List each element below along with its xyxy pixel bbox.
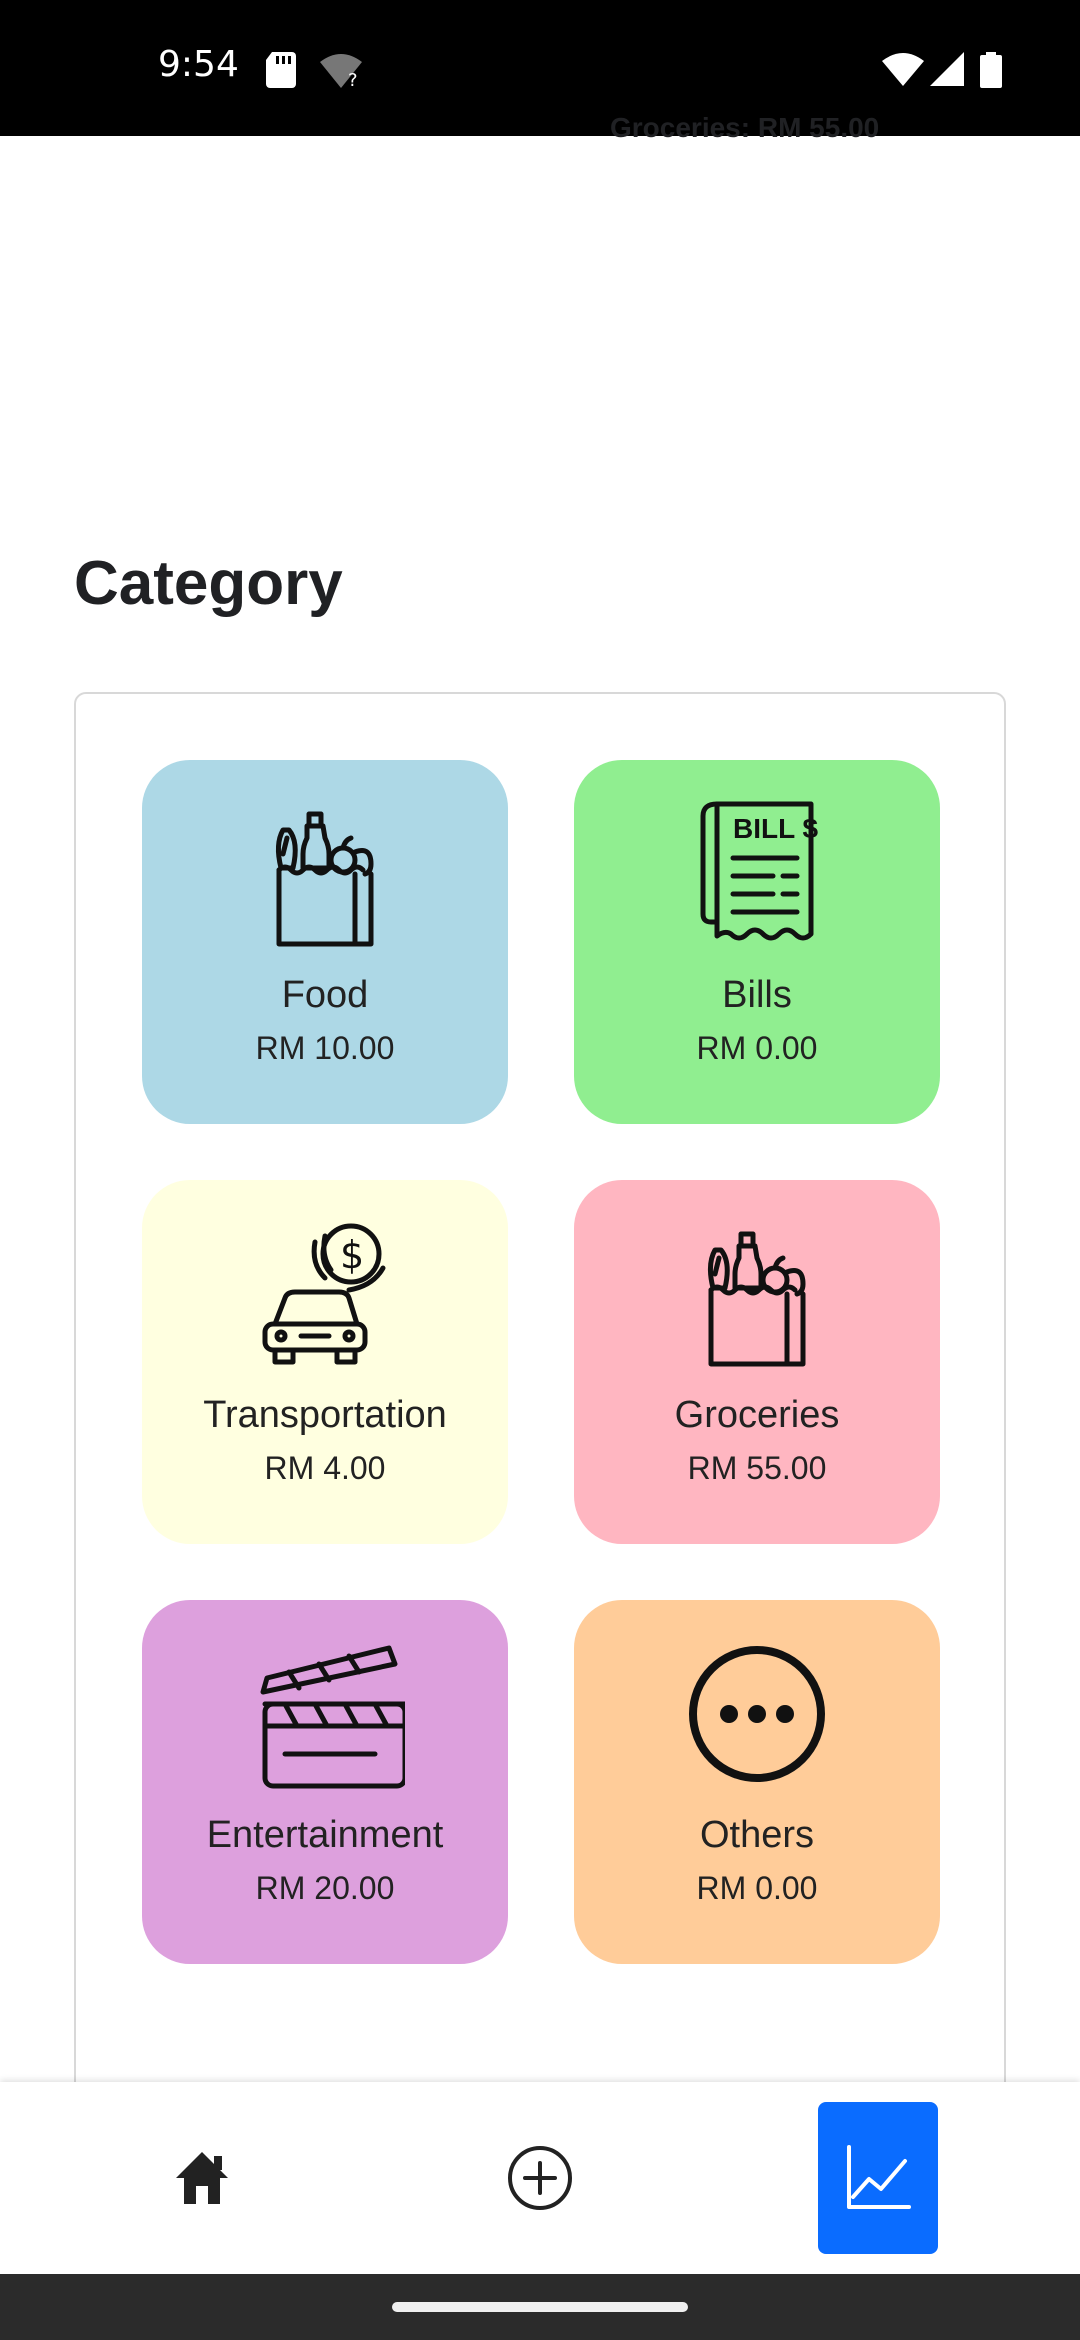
category-amount: RM 0.00 [696,1870,818,1906]
category-amount: RM 55.00 [687,1450,827,1486]
battery-icon [980,52,1002,88]
category-tile-entertainment[interactable]: Entertainment RM 20.00 [142,1600,508,1964]
category-name: Food [281,974,369,1016]
category-panel: Food RM 10.00 BILL $ Bills RM 0.00 $ Tra… [74,692,1006,2112]
status-bar: 9:54 ? [0,0,1080,136]
svg-text:BILL $: BILL $ [733,813,818,844]
category-name: Bills [722,974,792,1016]
car-money-icon: $ [262,1223,386,1365]
category-amount: RM 0.00 [696,1030,818,1066]
nav-home-button[interactable] [142,2102,262,2254]
wifi-icon [882,53,924,86]
cellular-icon [930,52,964,86]
category-name: Groceries [674,1394,840,1436]
category-amount: RM 20.00 [255,1870,395,1906]
more-horizontal-icon [689,1646,825,1782]
home-gesture-handle[interactable] [392,2302,688,2312]
category-name: Entertainment [206,1814,444,1856]
sd-card-icon [266,52,296,88]
bill-icon: BILL $ [700,801,818,941]
home-icon [176,2152,228,2204]
category-tile-transportation[interactable]: $ Transportation RM 4.00 [142,1180,508,1544]
category-tile-food[interactable]: Food RM 10.00 [142,760,508,1124]
grocery-bag-icon [707,1231,806,1367]
clapperboard-icon [260,1645,405,1789]
add-circle-icon [508,2146,572,2210]
category-amount: RM 10.00 [255,1030,395,1066]
previous-chart-label: Groceries: RM 55.00 [610,112,880,143]
svg-text:$: $ [340,1233,364,1277]
grocery-bag-icon [275,811,374,947]
chart-icon [847,2145,911,2209]
category-name: Others [699,1814,815,1856]
nav-add-button[interactable] [480,2102,600,2254]
nav-stats-button[interactable] [818,2102,938,2254]
svg-text:?: ? [348,70,358,88]
category-tile-others[interactable]: Others RM 0.00 [574,1600,940,1964]
wifi-question-icon: ? [320,54,362,88]
category-tile-groceries[interactable]: Groceries RM 55.00 [574,1180,940,1544]
category-amount: RM 4.00 [264,1450,386,1486]
status-time: 9:54 [158,44,239,85]
system-gesture-bar [0,2274,1080,2340]
category-tile-bills[interactable]: BILL $ Bills RM 0.00 [574,760,940,1124]
category-section-title: Category [74,549,343,618]
bottom-navigation [0,2082,1080,2274]
category-name: Transportation [203,1394,447,1436]
